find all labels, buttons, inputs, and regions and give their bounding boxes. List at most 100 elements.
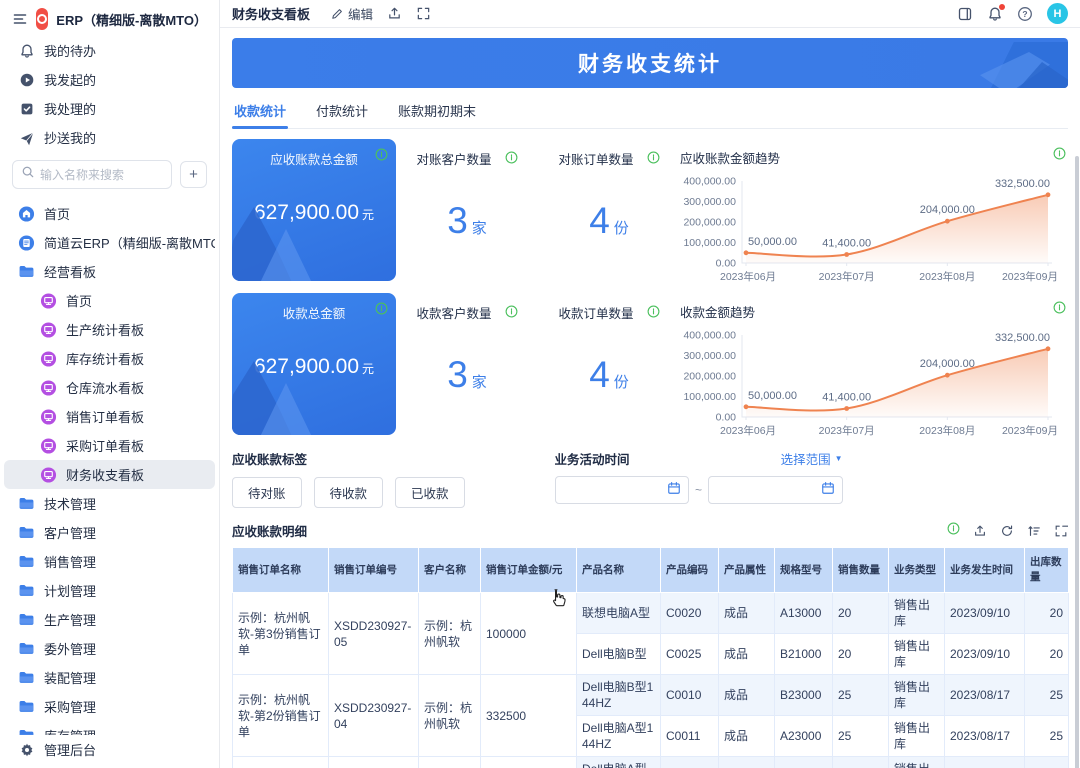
user-avatar[interactable]: H <box>1047 3 1068 24</box>
column-header: 产品名称 <box>577 548 661 593</box>
tab-payment-stats[interactable]: 付款统计 <box>314 92 370 128</box>
end-date-input[interactable] <box>708 476 843 504</box>
table-cell: 2023/07/17 <box>945 757 1025 768</box>
folder-item[interactable]: 采购管理 <box>4 692 215 721</box>
column-header: 业务类型 <box>889 548 945 593</box>
table-cell: 销售出库 <box>889 634 945 675</box>
sidebar-item-label: 生产统计看板 <box>66 320 144 339</box>
expand-table-icon[interactable] <box>1054 524 1068 538</box>
svg-text:400,000.00: 400,000.00 <box>683 176 736 188</box>
table-cell: C0011 <box>661 716 719 757</box>
folder-icon <box>18 524 35 541</box>
folder-item[interactable]: 销售管理 <box>4 547 215 576</box>
sidebar-item-label: 我发起的 <box>44 70 96 89</box>
svg-text:2023年08月: 2023年08月 <box>919 424 975 437</box>
dashboard-item[interactable]: 财务收支看板 <box>4 460 215 489</box>
table-cell: B29001 <box>775 757 833 768</box>
svg-text:2023年09月: 2023年09月 <box>1002 270 1058 283</box>
dashboard-item[interactable]: 生产统计看板 <box>4 315 215 344</box>
tab-receipt-stats[interactable]: 收款统计 <box>232 92 288 128</box>
notifications-bell-icon[interactable] <box>987 6 1003 22</box>
svg-text:200,000.00: 200,000.00 <box>683 371 736 383</box>
search-input[interactable] <box>40 168 163 182</box>
tag-pending-reconcile-button[interactable]: 待对账 <box>232 477 302 508</box>
column-header: 销售订单金额/元 <box>481 548 577 593</box>
nav-link[interactable]: 首页 <box>4 199 215 228</box>
help-icon[interactable]: ? <box>1017 6 1033 22</box>
group-business-dashboards[interactable]: 经营看板 <box>4 257 215 286</box>
svg-text:204,000.00: 204,000.00 <box>920 204 975 216</box>
add-app-button[interactable]: + <box>180 161 207 188</box>
svg-text:300,000.00: 300,000.00 <box>683 196 736 208</box>
folder-icon <box>18 611 35 628</box>
dashboard-item[interactable]: 库存统计看板 <box>4 344 215 373</box>
workspace-item[interactable]: 抄送我的 <box>4 123 215 152</box>
sidebar-item-label: 采购订单看板 <box>66 436 144 455</box>
column-header: 产品编码 <box>661 548 719 593</box>
pencil-icon <box>330 7 344 21</box>
chevron-down-icon: ▼ <box>835 454 843 463</box>
table-cell: 示例：无锡简道云 <box>419 757 481 768</box>
svg-text:2023年08月: 2023年08月 <box>919 270 975 283</box>
folder-icon <box>18 263 35 280</box>
paying-customers-metric: 收款客户数量 3家 <box>396 293 538 435</box>
info-icon[interactable] <box>375 302 388 320</box>
fullscreen-icon[interactable] <box>416 6 431 21</box>
info-icon[interactable] <box>1053 301 1066 319</box>
export-icon[interactable] <box>973 524 987 538</box>
start-date-input[interactable] <box>555 476 690 504</box>
metric-value: 3家 <box>447 356 487 393</box>
folder-item[interactable]: 技术管理 <box>4 489 215 518</box>
sidebar-item-label: 装配管理 <box>44 668 96 687</box>
folder-item[interactable]: 生产管理 <box>4 605 215 634</box>
folder-item[interactable]: 库存管理 <box>4 721 215 735</box>
document-icon <box>18 234 35 252</box>
main-area: 财务收支看板 编辑 ? <box>220 0 1080 768</box>
receivable-trend-chart: 应收账款金额趋势 400,000.00300,000.00200,000.001… <box>680 139 1068 281</box>
table-cell: Dell电脑B型144HZ <box>577 675 661 716</box>
dashboard-item[interactable]: 采购订单看板 <box>4 431 215 460</box>
folder-item[interactable]: 委外管理 <box>4 634 215 663</box>
workspace-item[interactable]: 我的待办 <box>4 36 215 65</box>
admin-backend-link[interactable]: 管理后台 <box>4 735 215 764</box>
table-cell: 25 <box>833 675 889 716</box>
workspace-item[interactable]: 我发起的 <box>4 65 215 94</box>
table-cell: 销售出库 <box>889 593 945 634</box>
share-export-icon[interactable] <box>387 6 402 21</box>
folder-icon <box>18 727 35 735</box>
tag-received-button[interactable]: 已收款 <box>395 477 465 508</box>
sort-icon[interactable] <box>1027 524 1041 538</box>
vertical-scrollbar[interactable] <box>1075 156 1079 768</box>
topbar: 财务收支看板 编辑 ? <box>220 0 1080 28</box>
info-icon[interactable] <box>375 148 388 166</box>
refresh-icon[interactable] <box>1000 524 1014 538</box>
folder-item[interactable]: 装配管理 <box>4 663 215 692</box>
doc-panel-icon[interactable] <box>957 6 973 22</box>
folder-item[interactable]: 客户管理 <box>4 518 215 547</box>
tag-pending-receipt-button[interactable]: 待收款 <box>314 477 384 508</box>
workspace-item[interactable]: 我处理的 <box>4 94 215 123</box>
info-icon[interactable] <box>947 522 960 540</box>
tab-period-balance[interactable]: 账款期初期末 <box>396 92 478 128</box>
info-icon[interactable] <box>1053 147 1066 165</box>
folder-item[interactable]: 计划管理 <box>4 576 215 605</box>
select-range-dropdown[interactable]: 选择范围▼ <box>781 449 843 468</box>
app-name: ERP（精细版-离散MTO） <box>56 10 207 29</box>
info-icon[interactable] <box>647 151 660 167</box>
table-cell: B21000 <box>775 634 833 675</box>
dashboard-item[interactable]: 销售订单看板 <box>4 402 215 431</box>
hamburger-menu-icon[interactable] <box>12 11 28 27</box>
nav-link[interactable]: 简道云ERP（精细版-离散MTO）「... <box>4 228 215 257</box>
table-cell: 销售出库 <box>889 716 945 757</box>
dashboard-item[interactable]: 首页 <box>4 286 215 315</box>
sidebar-item-label: 我的待办 <box>44 41 96 60</box>
search-box[interactable] <box>12 160 172 189</box>
info-icon[interactable] <box>505 151 518 167</box>
dashboard-item[interactable]: 仓库流水看板 <box>4 373 215 402</box>
info-icon[interactable] <box>647 305 660 321</box>
table-cell: 25 <box>833 716 889 757</box>
info-icon[interactable] <box>505 305 518 321</box>
sidebar-item-label: 简道云ERP（精细版-离散MTO）「... <box>44 233 215 252</box>
svg-text:2023年09月: 2023年09月 <box>1002 424 1058 437</box>
edit-button[interactable]: 编辑 <box>330 4 373 23</box>
